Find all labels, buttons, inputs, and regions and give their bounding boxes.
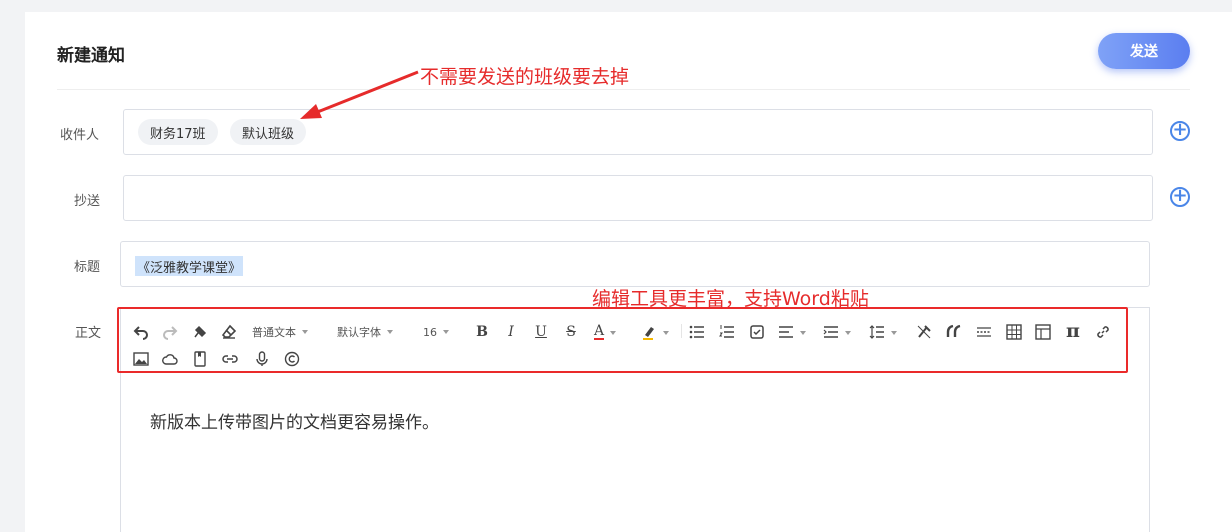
numbered-list-icon[interactable] <box>718 321 736 343</box>
cc-field[interactable] <box>123 175 1153 221</box>
chevron-down-icon <box>387 330 393 334</box>
italic-button[interactable]: I <box>503 321 519 343</box>
font-color-icon: A <box>594 323 605 340</box>
bold-button[interactable]: B <box>474 321 490 343</box>
undo-icon[interactable] <box>132 321 150 343</box>
chevron-down-icon <box>302 330 308 334</box>
format-painter-icon[interactable] <box>191 321 209 343</box>
subject-label: 标题 <box>74 260 101 275</box>
subject-text: 《泛雅教学课堂》 <box>135 256 244 276</box>
chevron-down-icon <box>800 330 806 335</box>
font-family-value: 默认字体 <box>337 326 381 339</box>
cc-label: 抄送 <box>74 194 101 209</box>
page-title: 新建通知 <box>57 46 125 66</box>
font-color-select[interactable]: A <box>594 321 628 343</box>
align-select[interactable] <box>778 321 812 343</box>
chevron-down-icon <box>443 330 449 334</box>
formula-button[interactable]: π <box>1064 320 1082 342</box>
font-size-select[interactable]: 16 <box>423 321 463 343</box>
recipients-label: 收件人 <box>60 128 100 143</box>
copyright-icon[interactable] <box>283 348 301 370</box>
add-recipient-button[interactable]: + <box>1170 121 1190 141</box>
table-layout-icon[interactable] <box>1034 321 1052 343</box>
subject-field[interactable]: 《泛雅教学课堂》 <box>120 241 1150 287</box>
paragraph-format-value: 普通文本 <box>252 326 296 339</box>
line-height-icon <box>869 325 884 339</box>
cloud-upload-icon[interactable] <box>161 348 179 370</box>
chevron-down-icon <box>610 330 617 335</box>
attachment-icon[interactable] <box>191 348 209 370</box>
chevron-down-icon <box>845 330 851 335</box>
body-label: 正文 <box>75 326 102 341</box>
divider <box>57 89 1190 90</box>
image-icon[interactable] <box>132 348 150 370</box>
recipients-field[interactable]: 财务17班 默认班级 <box>123 109 1153 155</box>
chevron-down-icon <box>891 330 897 335</box>
annotation-editor-tools: 编辑工具更丰富，支持Word粘贴 <box>592 288 869 310</box>
table-icon[interactable] <box>1005 321 1023 343</box>
link-icon[interactable] <box>1094 321 1112 343</box>
eraser-icon[interactable] <box>220 321 238 343</box>
redo-icon[interactable] <box>161 321 179 343</box>
add-cc-button[interactable]: + <box>1170 187 1190 207</box>
horizontal-rule-icon[interactable] <box>975 321 993 343</box>
font-size-value: 16 <box>423 325 437 339</box>
recipient-tag[interactable]: 财务17班 <box>138 119 218 145</box>
strikethrough-button[interactable]: S <box>563 321 579 343</box>
highlight-color-select[interactable] <box>641 321 675 343</box>
recipient-tag[interactable]: 默认班级 <box>230 119 307 145</box>
chevron-down-icon <box>663 330 669 335</box>
blockquote-icon[interactable] <box>945 321 963 343</box>
indent-select[interactable] <box>823 321 857 343</box>
annotation-remove-class: 不需要发送的班级要去掉 <box>420 66 630 88</box>
paragraph-format-select[interactable]: 普通文本 <box>252 321 326 343</box>
font-family-select[interactable]: 默认字体 <box>337 321 411 343</box>
clear-format-icon[interactable] <box>915 321 933 343</box>
highlighter-icon <box>643 327 654 340</box>
send-button[interactable]: 发送 <box>1098 33 1190 69</box>
align-left-icon <box>779 326 793 338</box>
editor-content[interactable]: 新版本上传带图片的文档更容易操作。 <box>150 408 439 433</box>
underline-button[interactable]: U <box>533 321 549 343</box>
hyperlink-icon[interactable] <box>221 348 239 370</box>
microphone-icon[interactable] <box>253 348 271 370</box>
bullet-list-icon[interactable] <box>688 321 706 343</box>
toolbar-separator <box>681 324 682 338</box>
checklist-icon[interactable] <box>748 321 766 343</box>
indent-icon <box>823 326 838 338</box>
line-height-select[interactable] <box>869 321 903 343</box>
